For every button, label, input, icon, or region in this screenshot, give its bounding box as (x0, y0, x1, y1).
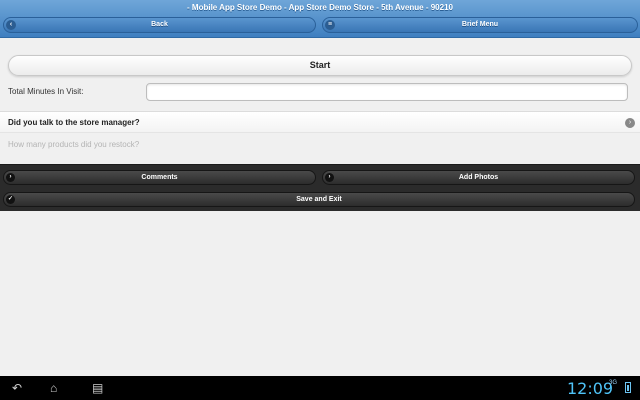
restock-question: How many products did you restock? (8, 140, 140, 149)
menu-icon: ≡ (325, 20, 335, 30)
brief-menu-label: Brief Menu (461, 21, 499, 28)
brief-menu-button[interactable]: ≡ Brief Menu (322, 17, 638, 33)
clock: 12:09 (567, 379, 614, 398)
total-minutes-input[interactable] (146, 83, 628, 101)
store-manager-question: Did you talk to the store manager? (8, 118, 140, 127)
check-icon: ✓ (6, 195, 15, 204)
signal-indicator: 3G (609, 380, 618, 386)
chevron-right-icon: › (325, 173, 334, 182)
back-button-label: Back (151, 21, 168, 28)
chevron-right-icon: › (6, 173, 15, 182)
bottom-toolbar: › Comments › Add Photos ✓ Save and Exit (0, 164, 640, 211)
store-manager-collapsible[interactable]: Did you talk to the store manager? › (0, 111, 640, 133)
chevron-left-icon: ‹ (6, 20, 16, 30)
add-photos-label: Add Photos (458, 174, 499, 181)
chevron-right-icon: › (625, 118, 635, 128)
add-photos-button[interactable]: › Add Photos (322, 170, 635, 185)
home-nav-icon[interactable]: ⌂ (50, 382, 57, 394)
recent-apps-icon[interactable]: ▤ (92, 382, 103, 394)
app-header: - Mobile App Store Demo - App Store Demo… (0, 0, 640, 38)
system-nav-bar: ↶ ⌂ ▤ 12:09 3G (0, 376, 640, 400)
comments-button[interactable]: › Comments (3, 170, 316, 185)
back-button[interactable]: ‹ Back (3, 17, 316, 33)
comments-label: Comments (141, 174, 178, 181)
page-title: - Mobile App Store Demo - App Store Demo… (187, 3, 453, 12)
save-and-exit-button[interactable]: ✓ Save and Exit (3, 192, 635, 207)
start-button[interactable]: Start (8, 55, 632, 76)
save-and-exit-label: Save and Exit (296, 196, 342, 203)
battery-icon (625, 382, 631, 393)
back-nav-icon[interactable]: ↶ (12, 382, 22, 394)
total-minutes-label: Total Minutes In Visit: (8, 87, 84, 96)
